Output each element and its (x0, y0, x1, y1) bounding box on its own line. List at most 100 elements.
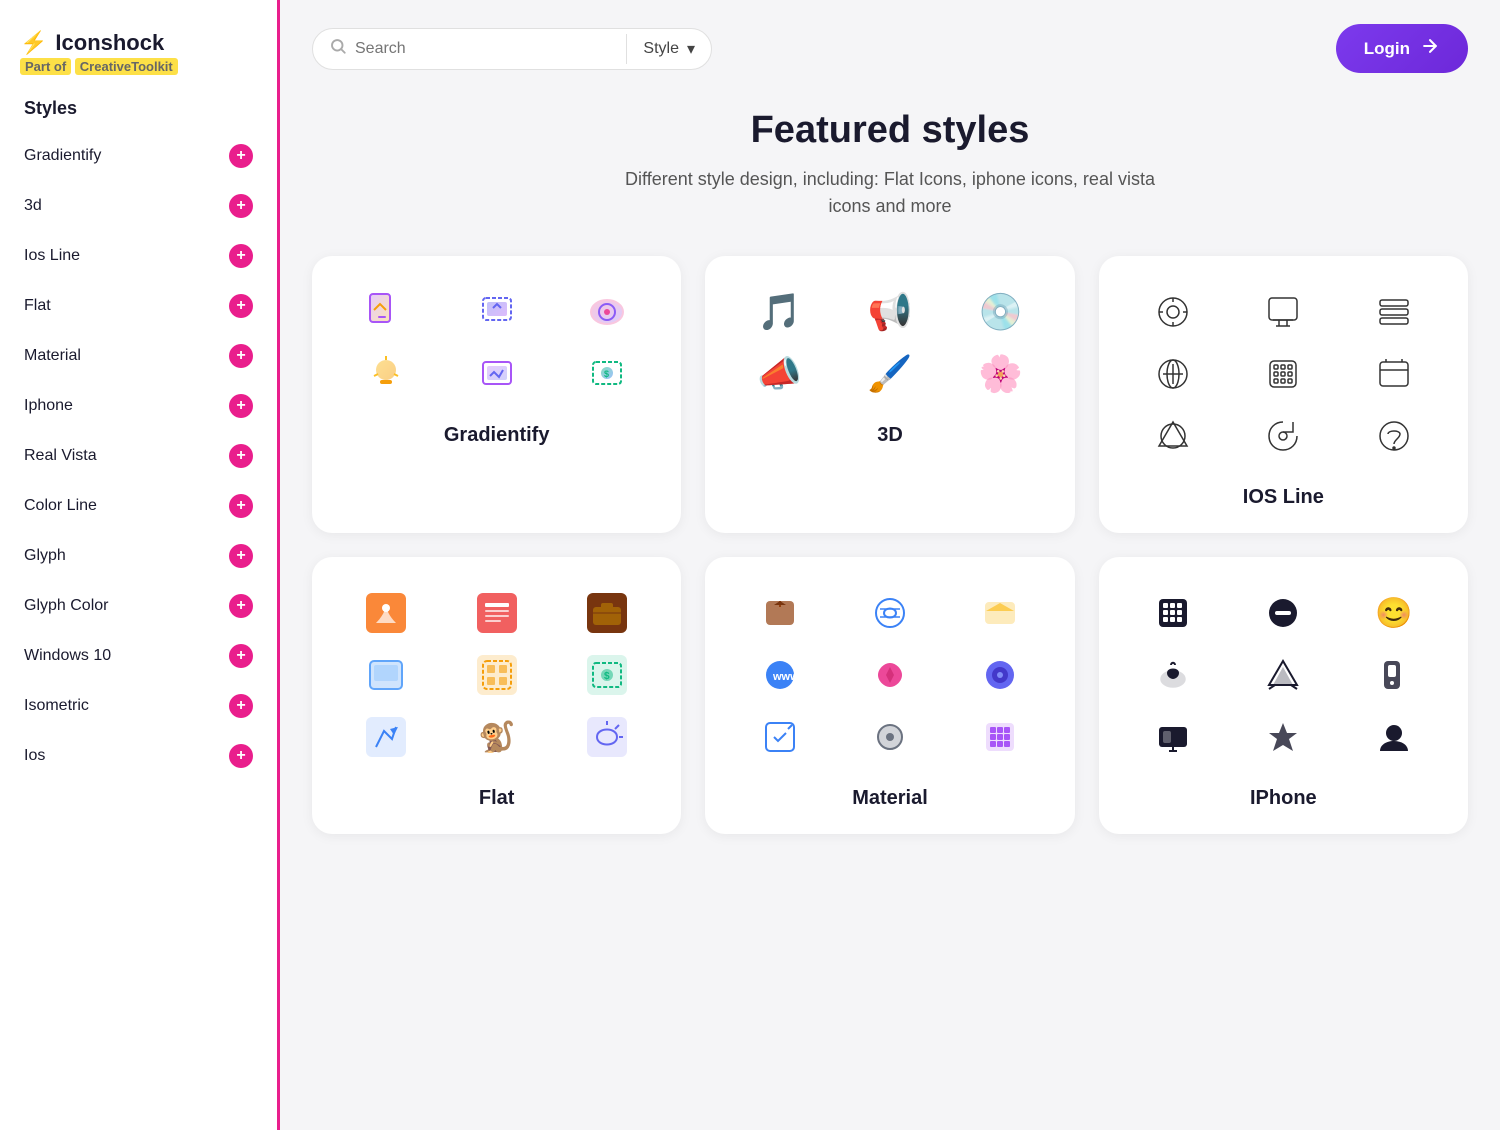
logo-title: ⚡ Iconshock (20, 30, 257, 56)
add-ios-button[interactable]: + (229, 744, 253, 768)
chevron-down-icon: ▾ (687, 39, 695, 59)
sidebar-label-color-line: Color Line (24, 497, 97, 515)
add-3d-button[interactable]: + (229, 194, 253, 218)
card-iphone[interactable]: 😊 (1099, 557, 1468, 834)
card-ios-line[interactable]: IOS Line (1099, 256, 1468, 533)
sidebar-label-material: Material (24, 347, 81, 365)
sidebar-item-3d[interactable]: 3d + (0, 181, 277, 231)
card-3d[interactable]: 🎵 📢 💿 📣 🖌️ 🌸 3D (705, 256, 1074, 533)
card-title-ios-line: IOS Line (1243, 486, 1324, 509)
3d-icon-2: 📢 (864, 286, 916, 338)
hero-title: Featured styles (312, 109, 1468, 152)
3d-icon-6: 🌸 (974, 348, 1026, 400)
ios-line-icons-grid (1123, 286, 1444, 462)
card-gradientify[interactable]: $ Gradientify (312, 256, 681, 533)
sidebar-label-ios: Ios (24, 747, 45, 765)
bolt-icon: ⚡ (20, 30, 47, 56)
sidebar-item-iphone[interactable]: Iphone + (0, 381, 277, 431)
search-input-wrap (313, 37, 626, 60)
flat-icon-1 (360, 587, 412, 639)
add-glyph-color-button[interactable]: + (229, 594, 253, 618)
iphone-icon-4 (1147, 649, 1199, 701)
hero-section: Featured styles Different style design, … (312, 109, 1468, 220)
iphone-icon-1 (1147, 587, 1199, 639)
add-glyph-button[interactable]: + (229, 544, 253, 568)
ios-line-icon-4 (1147, 348, 1199, 400)
sidebar-label-glyph: Glyph (24, 547, 66, 565)
style-select[interactable]: Style ▾ (627, 29, 711, 69)
search-input[interactable] (355, 40, 610, 58)
sidebar: ⚡ Iconshock Part of CreativeToolkit Styl… (0, 0, 280, 1130)
iphone-icon-6 (1368, 649, 1420, 701)
sidebar-item-material[interactable]: Material + (0, 331, 277, 381)
iphone-icon-8 (1257, 711, 1309, 763)
svg-text:www: www (772, 671, 799, 683)
grad-icon-3 (581, 286, 633, 338)
add-color-line-button[interactable]: + (229, 494, 253, 518)
sidebar-label-3d: 3d (24, 197, 42, 215)
gradientify-icons-grid: $ (336, 286, 657, 400)
material-icon-6 (974, 649, 1026, 701)
login-button[interactable]: Login (1336, 24, 1468, 73)
add-iphone-button[interactable]: + (229, 394, 253, 418)
add-isometric-button[interactable]: + (229, 694, 253, 718)
card-material[interactable]: www (705, 557, 1074, 834)
add-gradientify-button[interactable]: + (229, 144, 253, 168)
ios-line-icon-6 (1368, 348, 1420, 400)
main-content: Style ▾ Login Featured styles Different … (280, 0, 1500, 1130)
sidebar-label-flat: Flat (24, 297, 51, 315)
card-title-iphone: IPhone (1250, 787, 1317, 810)
sidebar-item-windows-10[interactable]: Windows 10 + (0, 631, 277, 681)
sidebar-label-gradientify: Gradientify (24, 147, 101, 165)
material-icon-9 (974, 711, 1026, 763)
sidebar-item-gradientify[interactable]: Gradientify + (0, 131, 277, 181)
sidebar-item-real-vista[interactable]: Real Vista + (0, 431, 277, 481)
sidebar-item-flat[interactable]: Flat + (0, 281, 277, 331)
flat-icon-6: $ (581, 649, 633, 701)
add-flat-button[interactable]: + (229, 294, 253, 318)
add-windows-10-button[interactable]: + (229, 644, 253, 668)
toolkit-badge: CreativeToolkit (75, 58, 178, 75)
add-ios-line-button[interactable]: + (229, 244, 253, 268)
ios-line-icon-1 (1147, 286, 1199, 338)
search-icon (329, 37, 347, 60)
3d-icons-grid: 🎵 📢 💿 📣 🖌️ 🌸 (729, 286, 1050, 400)
ios-line-icon-7 (1147, 410, 1199, 462)
material-icon-5 (864, 649, 916, 701)
material-icons-grid: www (729, 587, 1050, 763)
grad-icon-4 (360, 348, 412, 400)
flat-icons-grid: $ 🐒 (336, 587, 657, 763)
hero-subtitle: Different style design, including: Flat … (610, 166, 1170, 220)
logo-subtitle: Part of CreativeToolkit (20, 59, 257, 74)
sidebar-item-glyph[interactable]: Glyph + (0, 531, 277, 581)
card-title-3d: 3D (877, 424, 903, 447)
flat-icon-3 (581, 587, 633, 639)
logo-area: ⚡ Iconshock Part of CreativeToolkit (0, 20, 277, 98)
ios-line-icon-5 (1257, 348, 1309, 400)
material-icon-7 (754, 711, 806, 763)
3d-icon-1: 🎵 (754, 286, 806, 338)
ios-line-icon-2 (1257, 286, 1309, 338)
material-icon-2 (864, 587, 916, 639)
card-title-material: Material (852, 787, 928, 810)
flat-icon-7 (360, 711, 412, 763)
sidebar-label-glyph-color: Glyph Color (24, 597, 108, 615)
3d-icon-5: 🖌️ (864, 348, 916, 400)
sidebar-item-ios-line[interactable]: Ios Line + (0, 231, 277, 281)
grad-icon-1 (360, 286, 412, 338)
sidebar-item-ios[interactable]: Ios + (0, 731, 277, 781)
card-flat[interactable]: $ 🐒 (312, 557, 681, 834)
add-material-button[interactable]: + (229, 344, 253, 368)
sidebar-item-isometric[interactable]: Isometric + (0, 681, 277, 731)
sidebar-label-iphone: Iphone (24, 397, 73, 415)
iphone-icon-3: 😊 (1368, 587, 1420, 639)
login-label: Login (1364, 39, 1410, 59)
sidebar-item-color-line[interactable]: Color Line + (0, 481, 277, 531)
grad-icon-2 (471, 286, 523, 338)
iphone-icon-7 (1147, 711, 1199, 763)
ios-line-icon-8 (1257, 410, 1309, 462)
flat-icon-5 (471, 649, 523, 701)
add-real-vista-button[interactable]: + (229, 444, 253, 468)
sidebar-section-title: Styles (0, 98, 277, 131)
sidebar-item-glyph-color[interactable]: Glyph Color + (0, 581, 277, 631)
